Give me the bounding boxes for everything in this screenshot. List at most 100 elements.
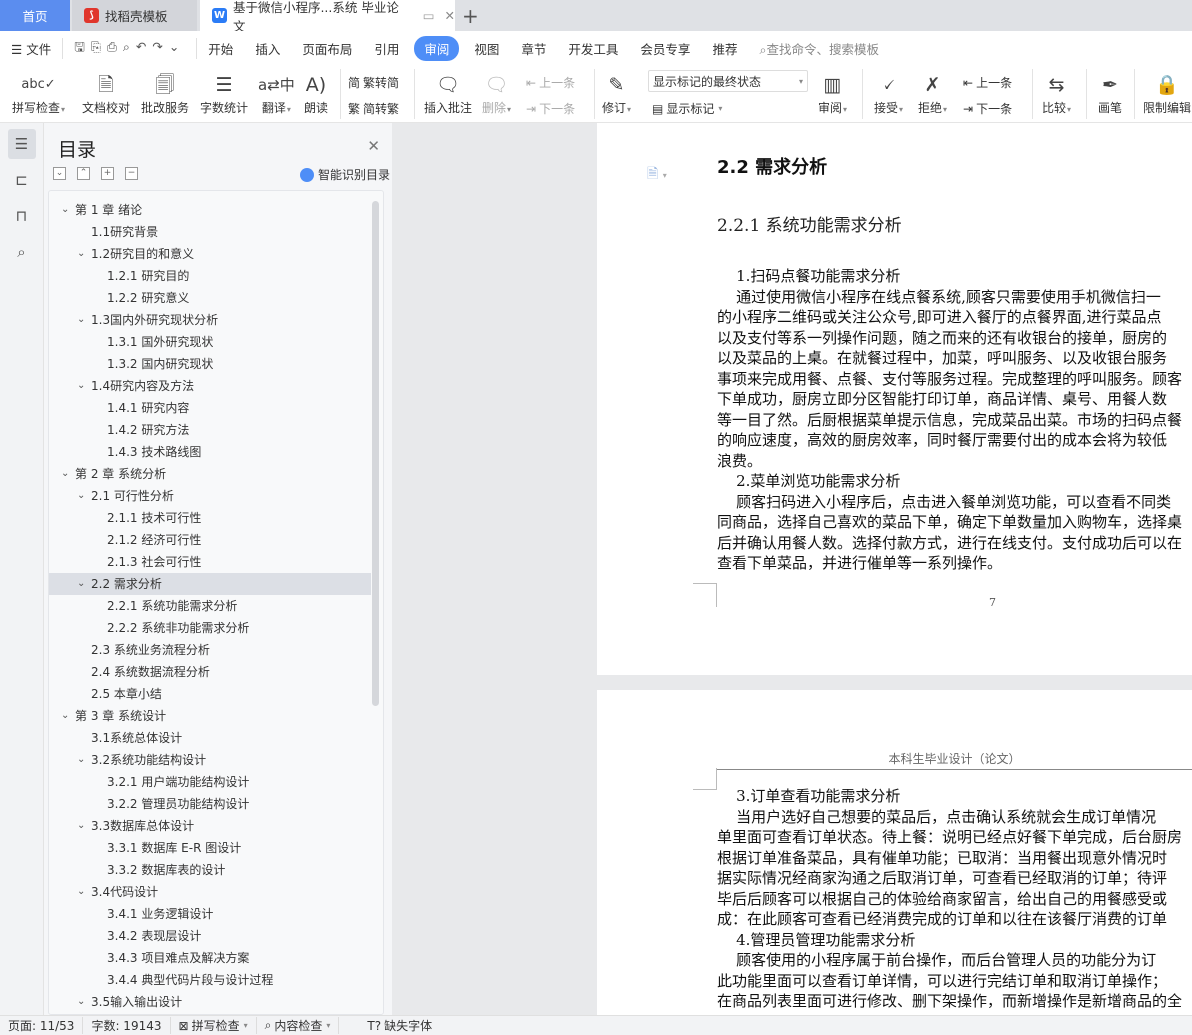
- pin-icon[interactable]: ▭: [423, 8, 435, 23]
- menu-tab-recommend[interactable]: 推荐: [701, 39, 748, 58]
- tab-templates[interactable]: ⟆ 找稻壳模板: [72, 0, 197, 31]
- toc-item[interactable]: ⌄ 2.1 可行性分析: [49, 485, 371, 507]
- chevron-down-icon[interactable]: ⌄: [77, 881, 85, 903]
- quick-access-toolbar[interactable]: 🖫⎘⎙⌕↶↷⌄: [62, 37, 198, 59]
- compare-button[interactable]: ⇆ 比较▾: [1042, 71, 1071, 116]
- chevron-down-icon[interactable]: ⌄: [61, 705, 69, 727]
- paragraph-icon[interactable]: 🗎 ▾: [647, 163, 667, 187]
- toc-item[interactable]: ⌄ 第 3 章 系统设计: [49, 705, 371, 727]
- toc-item[interactable]: 1.4.1 研究内容: [49, 397, 371, 419]
- toc-item[interactable]: 1.4.3 技术路线图: [49, 441, 371, 463]
- menu-tab-review[interactable]: 审阅: [414, 35, 460, 61]
- translate-button[interactable]: a⇄中 翻译▾: [258, 71, 295, 116]
- reject-button[interactable]: ✗ 拒绝▾: [918, 71, 947, 116]
- proofread-button[interactable]: 🗎 文档校对: [82, 71, 130, 116]
- simp-to-trad-button[interactable]: 繁简转繁: [348, 100, 399, 117]
- chevron-down-icon[interactable]: ⌄: [77, 573, 85, 595]
- toc-item[interactable]: 2.1.1 技术可行性: [49, 507, 371, 529]
- chevron-down-icon[interactable]: ⌄: [61, 463, 69, 485]
- menu-tab-layout[interactable]: 页面布局: [291, 39, 363, 58]
- toc-item[interactable]: 2.4 系统数据流程分析: [49, 661, 371, 683]
- show-markup-button[interactable]: ▤ 显示标记 ▾: [652, 100, 722, 117]
- chevron-down-icon[interactable]: ⌄: [77, 485, 85, 507]
- toc-item[interactable]: ⌄ 3.2系统功能结构设计: [49, 749, 371, 771]
- toc-item[interactable]: 1.4.2 研究方法: [49, 419, 371, 441]
- toc-item[interactable]: 3.4.1 业务逻辑设计: [49, 903, 371, 925]
- content-check-status[interactable]: ⌕ 内容检查 ▾: [257, 1017, 340, 1034]
- scrollbar[interactable]: [372, 201, 379, 706]
- chevron-down-icon[interactable]: ⌄: [61, 199, 69, 221]
- menu-tab-section[interactable]: 章节: [510, 39, 557, 58]
- toc-item[interactable]: 2.2.2 系统非功能需求分析: [49, 617, 371, 639]
- toc-item[interactable]: 1.2.2 研究意义: [49, 287, 371, 309]
- toc-item[interactable]: 3.1系统总体设计: [49, 727, 371, 749]
- toc-item[interactable]: ⌄ 3.3数据库总体设计: [49, 815, 371, 837]
- toc-item[interactable]: 2.5 本章小结: [49, 683, 371, 705]
- chevron-down-icon[interactable]: ⌄: [77, 991, 85, 1013]
- menu-tab-view[interactable]: 视图: [463, 39, 510, 58]
- expand-down-icon[interactable]: ⌄: [53, 167, 66, 180]
- page-indicator[interactable]: 页面: 11/53: [0, 1017, 84, 1034]
- toc-item[interactable]: 3.4.3 项目难点及解决方案: [49, 947, 371, 969]
- accept-button[interactable]: 🗸 接受▾: [874, 71, 903, 116]
- toc-item[interactable]: 3.3.1 数据库 E-R 图设计: [49, 837, 371, 859]
- chevron-down-icon[interactable]: ⌄: [77, 749, 85, 771]
- toc-item[interactable]: ⌄ 1.3国内外研究现状分析: [49, 309, 371, 331]
- toc-item[interactable]: 2.3 系统业务流程分析: [49, 639, 371, 661]
- smart-toc-button[interactable]: 智能识别目录: [299, 166, 390, 183]
- toc-item[interactable]: ⌄ 3.5输入输出设计: [49, 991, 371, 1013]
- pen-button[interactable]: ✒ 画笔: [1098, 71, 1122, 116]
- menu-tab-insert[interactable]: 插入: [244, 39, 291, 58]
- correction-service-button[interactable]: 🗐 批改服务: [141, 71, 189, 116]
- delete-comment-button[interactable]: 🗨 删除▾: [482, 71, 511, 116]
- bookmark-icon[interactable]: ⊓: [8, 201, 36, 231]
- toc-item[interactable]: ⌄ 1.2研究目的和意义: [49, 243, 371, 265]
- search-icon[interactable]: ⌕: [8, 237, 36, 267]
- toc-item[interactable]: 1.2.1 研究目的: [49, 265, 371, 287]
- toc-item[interactable]: 1.3.1 国外研究现状: [49, 331, 371, 353]
- command-search[interactable]: ⌕查找命令、搜索模板: [748, 39, 890, 58]
- file-menu[interactable]: ☰ 文件: [0, 39, 62, 58]
- toc-item[interactable]: 2.1.2 经济可行性: [49, 529, 371, 551]
- toc-item[interactable]: 2.2.1 系统功能需求分析: [49, 595, 371, 617]
- chevron-down-icon[interactable]: ⌄: [77, 309, 85, 331]
- prev-change-button[interactable]: ⇤ 上一条: [963, 74, 1012, 91]
- close-icon[interactable]: ✕: [367, 137, 380, 155]
- chevron-down-icon[interactable]: ⌄: [77, 243, 85, 265]
- toc-item[interactable]: 3.3.2 数据库表的设计: [49, 859, 371, 881]
- new-tab-button[interactable]: +: [462, 0, 479, 31]
- chevron-down-icon[interactable]: ⌄: [77, 375, 85, 397]
- toc-icon[interactable]: ☰: [7, 129, 36, 159]
- toc-item[interactable]: ⌄ 第 2 章 系统分析: [49, 463, 371, 485]
- word-count-button[interactable]: ☰ 字数统计: [200, 71, 248, 116]
- trad-to-simp-button[interactable]: 简繁转简: [348, 74, 399, 91]
- toc-item[interactable]: 1.3.2 国内研究现状: [49, 353, 371, 375]
- missing-font-status[interactable]: T? 缺失字体: [359, 1017, 440, 1034]
- markup-state-select[interactable]: 显示标记的最终状态 ▾: [648, 70, 808, 92]
- toc-item[interactable]: 3.4.4 典型代码片段与设计过程: [49, 969, 371, 991]
- toc-item[interactable]: 1.1研究背景: [49, 221, 371, 243]
- restrict-editing-button[interactable]: 🔒 限制编辑: [1143, 71, 1191, 116]
- tab-document[interactable]: W 基于微信小程序...系统 毕业论文 ▭ ✕: [200, 0, 455, 34]
- read-aloud-button[interactable]: A) 朗读: [304, 71, 328, 116]
- toc-item[interactable]: 2.1.3 社会可行性: [49, 551, 371, 573]
- chevron-down-icon[interactable]: ⌄: [77, 815, 85, 837]
- menu-tab-start[interactable]: 开始: [197, 39, 244, 58]
- prev-comment-button[interactable]: ⇤ 上一条: [526, 74, 575, 91]
- close-icon[interactable]: ✕: [445, 8, 455, 23]
- next-change-button[interactable]: ⇥ 下一条: [963, 100, 1012, 117]
- menu-tab-developer[interactable]: 开发工具: [557, 39, 629, 58]
- toc-item[interactable]: 3.2.1 用户端功能结构设计: [49, 771, 371, 793]
- next-comment-button[interactable]: ⇥ 下一条: [526, 100, 575, 117]
- spell-check-status[interactable]: ⊠ 拼写检查 ▾: [171, 1017, 257, 1034]
- toc-item[interactable]: ⌄ 3.4代码设计: [49, 881, 371, 903]
- minus-icon[interactable]: −: [125, 167, 138, 180]
- track-changes-button[interactable]: ✎ 修订▾: [602, 71, 631, 116]
- outline-icon[interactable]: ⊏: [8, 165, 36, 195]
- toc-item[interactable]: 3.2.2 管理员功能结构设计: [49, 793, 371, 815]
- toc-item[interactable]: 3.4.2 表现层设计: [49, 925, 371, 947]
- spell-check-button[interactable]: abc✓ 拼写检查▾: [12, 71, 65, 116]
- menu-tab-references[interactable]: 引用: [363, 39, 410, 58]
- collapse-up-icon[interactable]: ⌃: [77, 167, 90, 180]
- plus-icon[interactable]: +: [101, 167, 114, 180]
